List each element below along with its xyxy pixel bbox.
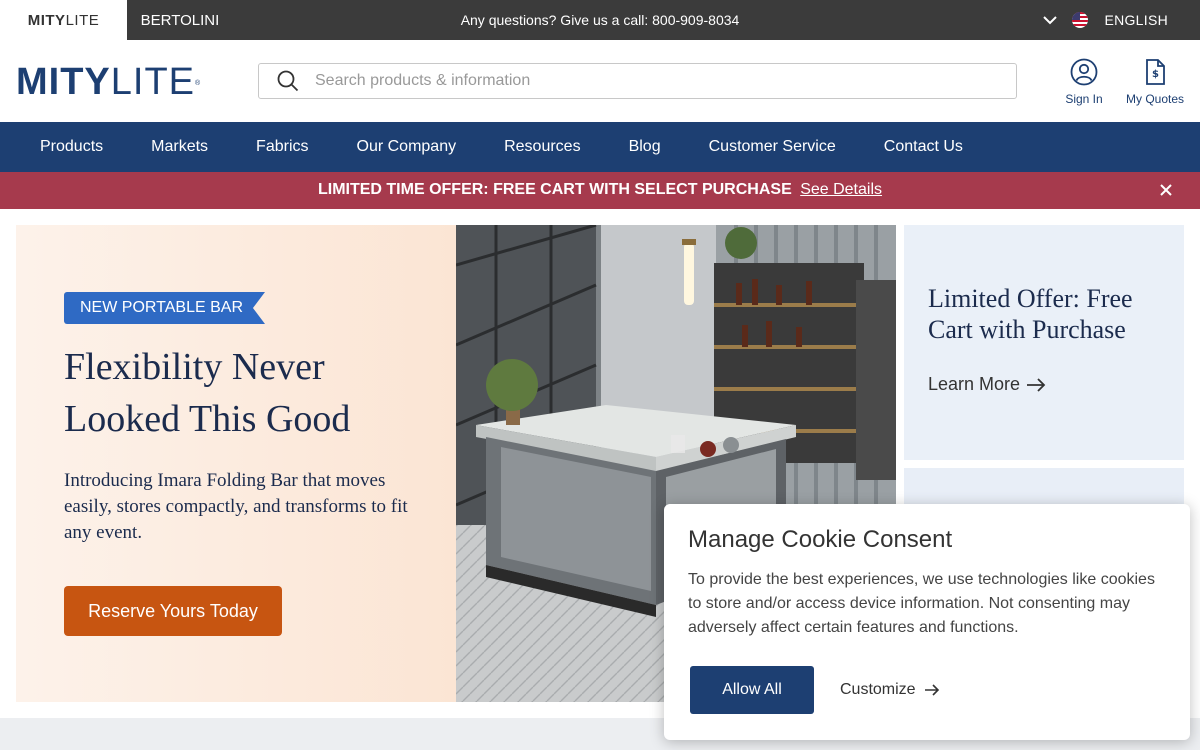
promo-see-details-link[interactable]: See Details bbox=[800, 181, 882, 198]
customize-button[interactable]: Customize bbox=[840, 666, 940, 714]
quote-document-icon: $ bbox=[1146, 59, 1165, 85]
limited-offer-card[interactable]: Limited Offer: Free Cart with Purchase L… bbox=[904, 225, 1184, 460]
close-icon[interactable] bbox=[1158, 182, 1174, 198]
user-icon bbox=[1070, 58, 1098, 86]
arrow-right-icon bbox=[1027, 377, 1046, 392]
main-navigation: Products Markets Fabrics Our Company Res… bbox=[0, 122, 1200, 172]
promo-text: LIMITED TIME OFFER: FREE CART WITH SELEC… bbox=[317, 181, 792, 198]
allow-all-button[interactable]: Allow All bbox=[690, 666, 814, 714]
my-quotes-label: My Quotes bbox=[1125, 92, 1185, 106]
nav-item-our-company[interactable]: Our Company bbox=[333, 138, 481, 156]
customize-label: Customize bbox=[840, 681, 916, 698]
search-icon[interactable] bbox=[277, 70, 299, 92]
cookie-consent-dialog: Manage Cookie Consent To provide the bes… bbox=[664, 504, 1190, 740]
hero-description: Introducing Imara Folding Bar that moves… bbox=[64, 470, 408, 543]
us-flag-icon bbox=[1072, 12, 1089, 28]
language-selector[interactable]: ENGLISH bbox=[1042, 0, 1168, 40]
limited-offer-title: Limited Offer: Free Cart with Purchase bbox=[928, 284, 1133, 344]
cookie-dialog-body: To provide the best experiences, we use … bbox=[688, 571, 1155, 636]
nav-item-fabrics[interactable]: Fabrics bbox=[232, 138, 332, 156]
mitylite-logo[interactable]: MITYLITE® bbox=[16, 63, 202, 101]
search-box[interactable] bbox=[258, 63, 1017, 99]
logo-light: LITE bbox=[110, 61, 196, 103]
promo-banner: LIMITED TIME OFFER: FREE CART WITH SELEC… bbox=[0, 172, 1200, 209]
sign-in-button[interactable]: Sign In bbox=[1062, 58, 1106, 106]
brand-tab-bertolini[interactable]: BERTOLINI bbox=[127, 0, 233, 40]
new-product-badge: NEW PORTABLE BAR bbox=[64, 292, 265, 324]
nav-item-blog[interactable]: Blog bbox=[605, 138, 685, 156]
registered-mark: ® bbox=[195, 80, 202, 87]
learn-more-link[interactable]: Learn More bbox=[928, 374, 1046, 395]
logo-bold: MITY bbox=[16, 61, 111, 103]
nav-item-resources[interactable]: Resources bbox=[480, 138, 604, 156]
reserve-button[interactable]: Reserve Yours Today bbox=[64, 586, 282, 636]
hero-title: Flexibility Never Looked This Good bbox=[64, 346, 351, 440]
sign-in-label: Sign In bbox=[1065, 92, 1103, 106]
cookie-dialog-title: Manage Cookie Consent bbox=[688, 526, 953, 553]
my-quotes-button[interactable]: $ My Quotes bbox=[1122, 58, 1188, 106]
brand-tab-bold: MITY bbox=[27, 11, 66, 29]
brand-tab-light: LITE bbox=[65, 11, 100, 29]
learn-more-label: Learn More bbox=[928, 374, 1021, 394]
language-label: ENGLISH bbox=[1104, 12, 1168, 28]
svg-text:$: $ bbox=[1152, 69, 1159, 80]
hero-panel: NEW PORTABLE BAR Flexibility Never Looke… bbox=[16, 225, 456, 702]
nav-item-customer-service[interactable]: Customer Service bbox=[685, 138, 860, 156]
search-input[interactable] bbox=[315, 72, 1016, 90]
nav-item-products[interactable]: Products bbox=[16, 138, 127, 156]
site-header: MITYLITE® Sign In $ My Quotes bbox=[0, 40, 1200, 122]
top-utility-bar: MITY LITE BERTOLINI Any questions? Give u… bbox=[0, 0, 1200, 40]
nav-item-contact-us[interactable]: Contact Us bbox=[860, 138, 987, 156]
arrow-right-icon bbox=[924, 684, 939, 696]
nav-item-markets[interactable]: Markets bbox=[127, 138, 232, 156]
brand-tab-mitylite[interactable]: MITY LITE bbox=[0, 0, 127, 40]
chevron-down-icon bbox=[1043, 16, 1058, 25]
